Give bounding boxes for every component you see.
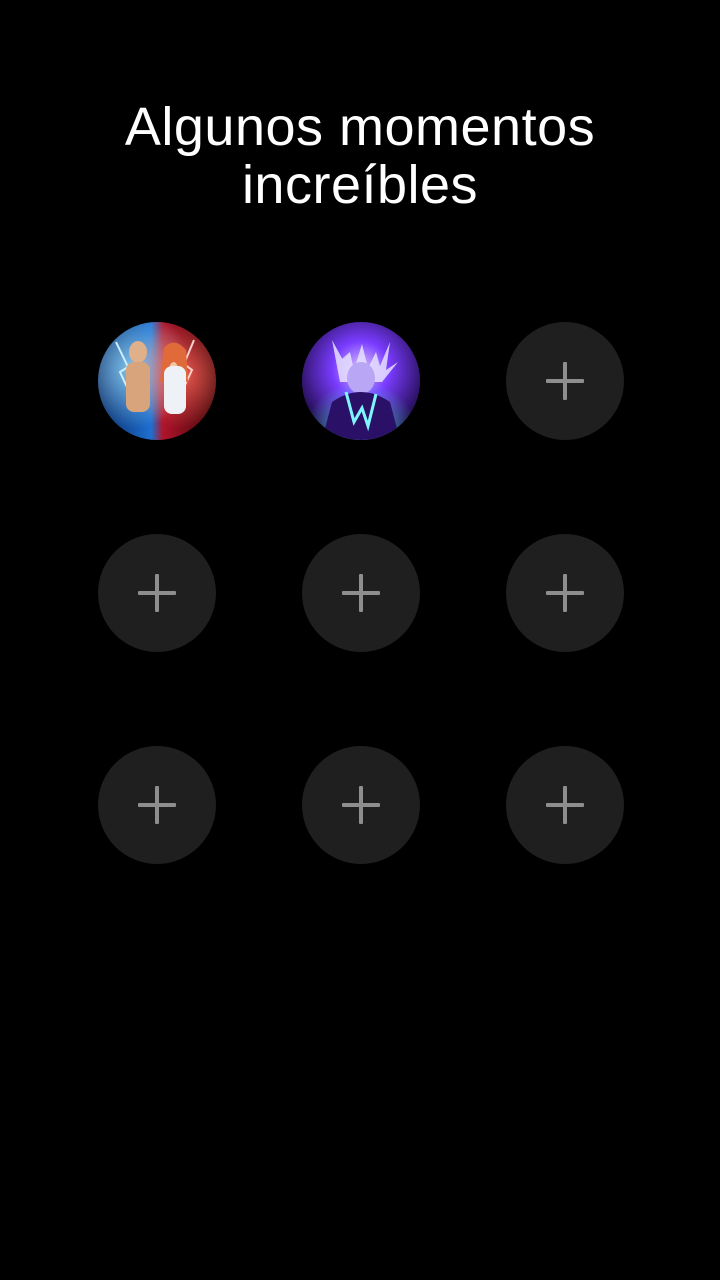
add-moment-button[interactable] bbox=[98, 746, 216, 864]
plus-icon bbox=[138, 786, 176, 824]
add-moment-button[interactable] bbox=[506, 534, 624, 652]
page-title-line-2: increíbles bbox=[241, 155, 479, 215]
moment-slot-1[interactable] bbox=[98, 322, 216, 440]
plus-icon bbox=[546, 574, 584, 612]
plus-icon bbox=[342, 786, 380, 824]
purple-anime-character-thumbnail bbox=[302, 322, 420, 440]
moments-grid bbox=[98, 322, 624, 864]
add-moment-button[interactable] bbox=[506, 322, 624, 440]
plus-icon bbox=[138, 574, 176, 612]
add-moment-button[interactable] bbox=[302, 534, 420, 652]
plus-icon bbox=[546, 786, 584, 824]
couple-lightning-thumbnail bbox=[98, 322, 216, 440]
plus-icon bbox=[342, 574, 380, 612]
add-moment-button[interactable] bbox=[98, 534, 216, 652]
add-moment-button[interactable] bbox=[302, 746, 420, 864]
page-title: Algunos momentos increíbles bbox=[40, 98, 680, 214]
plus-icon bbox=[546, 362, 584, 400]
page-title-line-1: Algunos momentos bbox=[124, 97, 596, 157]
add-moment-button[interactable] bbox=[506, 746, 624, 864]
moment-slot-2[interactable] bbox=[302, 322, 420, 440]
